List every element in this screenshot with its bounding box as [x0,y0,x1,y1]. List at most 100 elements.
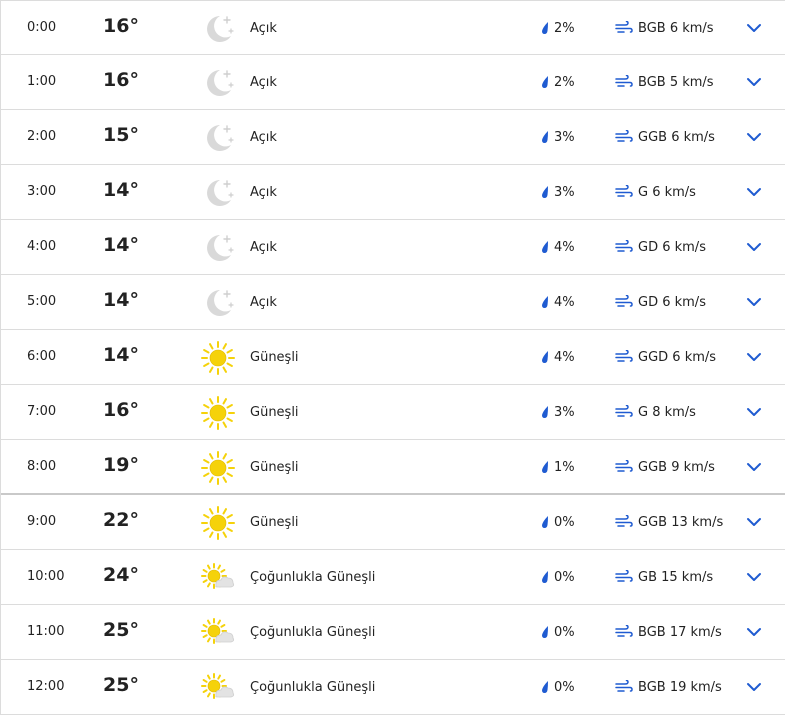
forecast-row[interactable]: 5:00 14° Açık 4% GD 6 km/s [1,275,785,330]
hour-label: 5:00 [27,294,57,309]
wind-icon [615,295,633,309]
forecast-row[interactable]: 0:00 16° Açık 2% BGB 6 km/s [1,0,785,55]
forecast-row[interactable]: 10:00 24° Çoğunlukla Güneşli 0% GB 15 km/s [1,550,785,605]
wind-value: G 6 km/s [638,185,696,200]
temperature: 14° [103,289,139,311]
wind-value: GGB 9 km/s [638,460,715,475]
precipitation-drop-icon [539,625,551,639]
precipitation-value: 4% [554,240,575,255]
condition-label: Açık [250,21,277,36]
moon-clear-icon [200,230,236,266]
wind-icon [615,350,633,364]
chevron-down-icon[interactable] [746,296,762,308]
wind-value: BGB 19 km/s [638,680,722,695]
condition-label: Çoğunlukla Güneşli [250,625,376,640]
chevron-down-icon[interactable] [746,626,762,638]
wind-icon [615,625,633,639]
forecast-row[interactable]: 7:00 16° Güneşli 3% G 8 km/s [1,385,785,440]
chevron-down-icon[interactable] [746,131,762,143]
hour-label: 4:00 [27,239,57,254]
precipitation-value: 3% [554,185,575,200]
precipitation-drop-icon [539,350,551,364]
chevron-down-icon[interactable] [746,461,762,473]
precipitation-value: 3% [554,130,575,145]
chevron-down-icon[interactable] [746,186,762,198]
chevron-down-icon[interactable] [746,571,762,583]
precipitation-value: 0% [554,680,575,695]
precipitation-drop-icon [539,570,551,584]
wind-value: GD 6 km/s [638,240,706,255]
chevron-down-icon[interactable] [746,241,762,253]
temperature: 16° [103,69,139,91]
wind-icon [615,185,633,199]
precipitation-drop-icon [539,75,551,89]
wind-value: BGB 17 km/s [638,625,722,640]
precipitation-value: 0% [554,625,575,640]
wind-icon [615,460,633,474]
temperature: 14° [103,234,139,256]
forecast-row[interactable]: 4:00 14° Açık 4% GD 6 km/s [1,220,785,275]
hour-label: 6:00 [27,349,57,364]
chevron-down-icon[interactable] [746,76,762,88]
hour-label: 3:00 [27,184,57,199]
temperature: 16° [103,15,139,37]
precipitation-drop-icon [539,515,551,529]
forecast-row[interactable]: 9:00 22° Güneşli 0% GGB 13 km/s [1,495,785,550]
forecast-row[interactable]: 11:00 25° Çoğunlukla Güneşli 0% BGB 17 km/s [1,605,785,660]
moon-clear-icon [200,175,236,211]
wind-icon [615,75,633,89]
forecast-row[interactable]: 3:00 14° Açık 3% G 6 km/s [1,165,785,220]
wind-icon [615,130,633,144]
sun-cloud-icon [200,670,236,706]
condition-label: Açık [250,185,277,200]
wind-icon [615,515,633,529]
chevron-down-icon[interactable] [746,22,762,34]
wind-icon [615,680,633,694]
condition-label: Açık [250,75,277,90]
moon-clear-icon [200,11,236,47]
wind-value: GB 15 km/s [638,570,714,585]
chevron-down-icon[interactable] [746,516,762,528]
temperature: 14° [103,179,139,201]
condition-label: Güneşli [250,350,299,365]
chevron-down-icon[interactable] [746,351,762,363]
precipitation-drop-icon [539,240,551,254]
moon-clear-icon [200,285,236,321]
hour-label: 1:00 [27,74,57,89]
precipitation-value: 0% [554,515,575,530]
precipitation-drop-icon [539,405,551,419]
temperature: 22° [103,509,139,531]
precipitation-drop-icon [539,680,551,694]
condition-label: Çoğunlukla Güneşli [250,570,376,585]
sun-icon [200,395,236,431]
wind-value: GGD 6 km/s [638,350,717,365]
wind-value: G 8 km/s [638,405,696,420]
hour-label: 9:00 [27,514,57,529]
precipitation-value: 4% [554,350,575,365]
chevron-down-icon[interactable] [746,681,762,693]
wind-value: BGB 6 km/s [638,21,714,36]
forecast-row[interactable]: 12:00 25° Çoğunlukla Güneşli 0% BGB 19 km/s [1,660,785,715]
precipitation-value: 0% [554,570,575,585]
wind-value: GGB 6 km/s [638,130,715,145]
precipitation-drop-icon [539,130,551,144]
condition-label: Çoğunlukla Güneşli [250,680,376,695]
hour-label: 10:00 [27,569,65,584]
condition-label: Güneşli [250,460,299,475]
forecast-row[interactable]: 1:00 16° Açık 2% BGB 5 km/s [1,55,785,110]
wind-icon [615,240,633,254]
wind-icon [615,570,633,584]
forecast-row[interactable]: 2:00 15° Açık 3% GGB 6 km/s [1,110,785,165]
forecast-row[interactable]: 8:00 19° Güneşli 1% GGB 9 km/s [1,440,785,495]
chevron-down-icon[interactable] [746,406,762,418]
precipitation-value: 4% [554,295,575,310]
precipitation-drop-icon [539,295,551,309]
condition-label: Açık [250,240,277,255]
forecast-row[interactable]: 6:00 14° Güneşli 4% GGD 6 km/s [1,330,785,385]
hour-label: 8:00 [27,459,57,474]
temperature: 15° [103,124,139,146]
sun-icon [200,505,236,541]
temperature: 25° [103,674,139,696]
sun-icon [200,450,236,486]
moon-clear-icon [200,120,236,156]
